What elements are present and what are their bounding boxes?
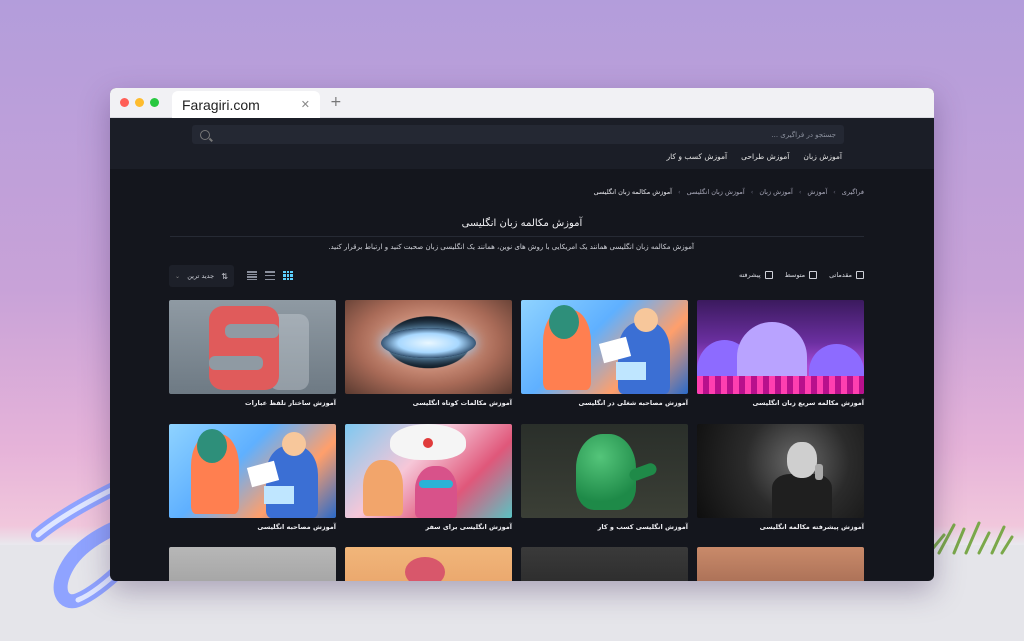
minimize-window-button[interactable] xyxy=(135,98,144,107)
search-input[interactable]: جستجو در فراگیری ... xyxy=(192,125,844,144)
course-card[interactable]: آموزش مصاحبه انگلیسی xyxy=(169,424,336,531)
chevron-down-icon: ⌄ xyxy=(175,272,181,280)
course-card[interactable] xyxy=(697,547,864,581)
filter-advanced[interactable]: پیشرفته xyxy=(739,271,773,279)
new-tab-icon[interactable]: + xyxy=(330,94,342,110)
checkbox[interactable] xyxy=(856,271,864,279)
breadcrumb-separator: › xyxy=(750,188,754,196)
nav-item-business[interactable]: آموزش کسب و کار xyxy=(667,152,728,161)
close-window-button[interactable] xyxy=(120,98,129,107)
breadcrumb-current: آموزش مکالمه زبان انگلیسی xyxy=(593,188,672,196)
course-card[interactable]: آموزش مکالمات کوتاه انگلیسی xyxy=(345,300,512,407)
course-title[interactable]: آموزش مصاحبه شغلی در انگلیسی xyxy=(521,399,688,407)
page-title: آموزش مکالمه زبان انگلیسی xyxy=(461,218,583,229)
sort-icon: ⇅ xyxy=(221,271,228,281)
course-title[interactable]: آموزش ساختار تلفظ عبارات xyxy=(169,399,336,407)
browser-window: Faragiri.com ✕ + جستجو در فراگیری ... آم… xyxy=(110,88,934,581)
breadcrumb-item[interactable]: آموزش زبان xyxy=(759,188,793,196)
course-card[interactable]: آموزش انگلیسی برای سفر xyxy=(345,424,512,531)
filter-label: مقدماتی xyxy=(829,271,852,279)
sort-label: جدید ترین xyxy=(187,272,215,280)
search-placeholder: جستجو در فراگیری ... xyxy=(771,130,836,139)
course-title[interactable]: آموزش مکالمه سریع زبان انگلیسی xyxy=(697,399,864,407)
filter-intermediate[interactable]: متوسط xyxy=(784,271,818,279)
course-thumbnail[interactable] xyxy=(521,424,688,518)
window-controls xyxy=(120,98,159,107)
breadcrumb-separator: › xyxy=(678,188,681,196)
level-filters: مقدماتی متوسط پیشرفته xyxy=(739,271,864,279)
browser-chrome: Faragiri.com ✕ + xyxy=(110,88,934,118)
course-thumbnail[interactable] xyxy=(697,547,864,581)
course-title[interactable]: آموزش پیشرفته مکالمه انگلیسی xyxy=(697,523,864,531)
breadcrumb-item[interactable]: آموزش زبان انگلیسی xyxy=(687,188,745,196)
course-thumbnail[interactable] xyxy=(169,424,336,518)
course-thumbnail[interactable] xyxy=(345,424,512,518)
course-thumbnail[interactable] xyxy=(345,547,512,581)
checkbox[interactable] xyxy=(809,271,818,279)
grid-view-icon[interactable] xyxy=(283,271,293,280)
course-thumbnail[interactable] xyxy=(169,300,336,394)
course-card[interactable]: آموزش مکالمه سریع زبان انگلیسی xyxy=(697,300,864,407)
close-tab-icon[interactable]: ✕ xyxy=(301,98,310,111)
course-thumbnail[interactable] xyxy=(169,547,336,581)
breadcrumb-item[interactable]: فراگیری xyxy=(842,188,864,196)
course-card[interactable]: آموزش پیشرفته مکالمه انگلیسی xyxy=(697,424,864,531)
course-card[interactable] xyxy=(521,547,688,581)
course-title[interactable]: آموزش انگلیسی کسب و کار xyxy=(521,523,688,531)
course-thumbnail[interactable] xyxy=(521,547,688,581)
maximize-window-button[interactable] xyxy=(150,98,159,107)
sort-dropdown[interactable]: ⌄ جدید ترین ⇅ xyxy=(169,265,234,287)
nav-item-design[interactable]: آموزش طراحی xyxy=(741,152,789,161)
course-card[interactable]: آموزش ساختار تلفظ عبارات xyxy=(169,300,336,407)
course-title[interactable]: آموزش انگلیسی برای سفر xyxy=(345,523,512,531)
course-card[interactable]: آموزش مصاحبه شغلی در انگلیسی xyxy=(521,300,688,407)
checkbox[interactable] xyxy=(764,271,773,279)
tab-title: Faragiri.com xyxy=(182,96,260,113)
page-description: آموزش مکالمه زبان انگلیسی همانند یک امری… xyxy=(328,243,694,251)
course-card[interactable] xyxy=(345,547,512,581)
breadcrumb-separator: › xyxy=(833,188,836,196)
plant-decoration xyxy=(927,521,1014,555)
breadcrumb-separator: › xyxy=(798,188,802,196)
filter-label: متوسط xyxy=(784,271,806,279)
filter-label: پیشرفته xyxy=(738,271,761,279)
breadcrumb-item[interactable]: آموزش xyxy=(807,188,827,196)
course-card[interactable]: آموزش انگلیسی کسب و کار xyxy=(521,424,688,531)
divider xyxy=(170,236,864,237)
compact-view-icon[interactable] xyxy=(247,271,257,280)
course-title[interactable]: آموزش مصاحبه انگلیسی xyxy=(169,523,336,531)
course-thumbnail[interactable] xyxy=(345,300,512,394)
nav-item-language[interactable]: آموزش زبان xyxy=(803,152,842,161)
course-title[interactable]: آموزش مکالمات کوتاه انگلیسی xyxy=(345,399,512,407)
course-card[interactable] xyxy=(169,547,336,581)
search-icon[interactable] xyxy=(200,129,210,140)
main-nav: آموزش زبان آموزش طراحی آموزش کسب و کار xyxy=(667,152,843,161)
course-thumbnail[interactable] xyxy=(521,300,688,394)
course-thumbnail[interactable] xyxy=(697,300,864,394)
course-thumbnail[interactable] xyxy=(697,424,864,518)
browser-tab[interactable]: Faragiri.com ✕ xyxy=(172,91,320,118)
view-switcher xyxy=(247,271,293,280)
site-header: جستجو در فراگیری ... آموزش زبان آموزش طر… xyxy=(110,118,934,169)
list-view-icon[interactable] xyxy=(265,271,275,280)
filter-beginner[interactable]: مقدماتی xyxy=(829,271,864,279)
breadcrumb: فراگیری › آموزش › آموزش زبان › آموزش زبا… xyxy=(594,188,864,196)
